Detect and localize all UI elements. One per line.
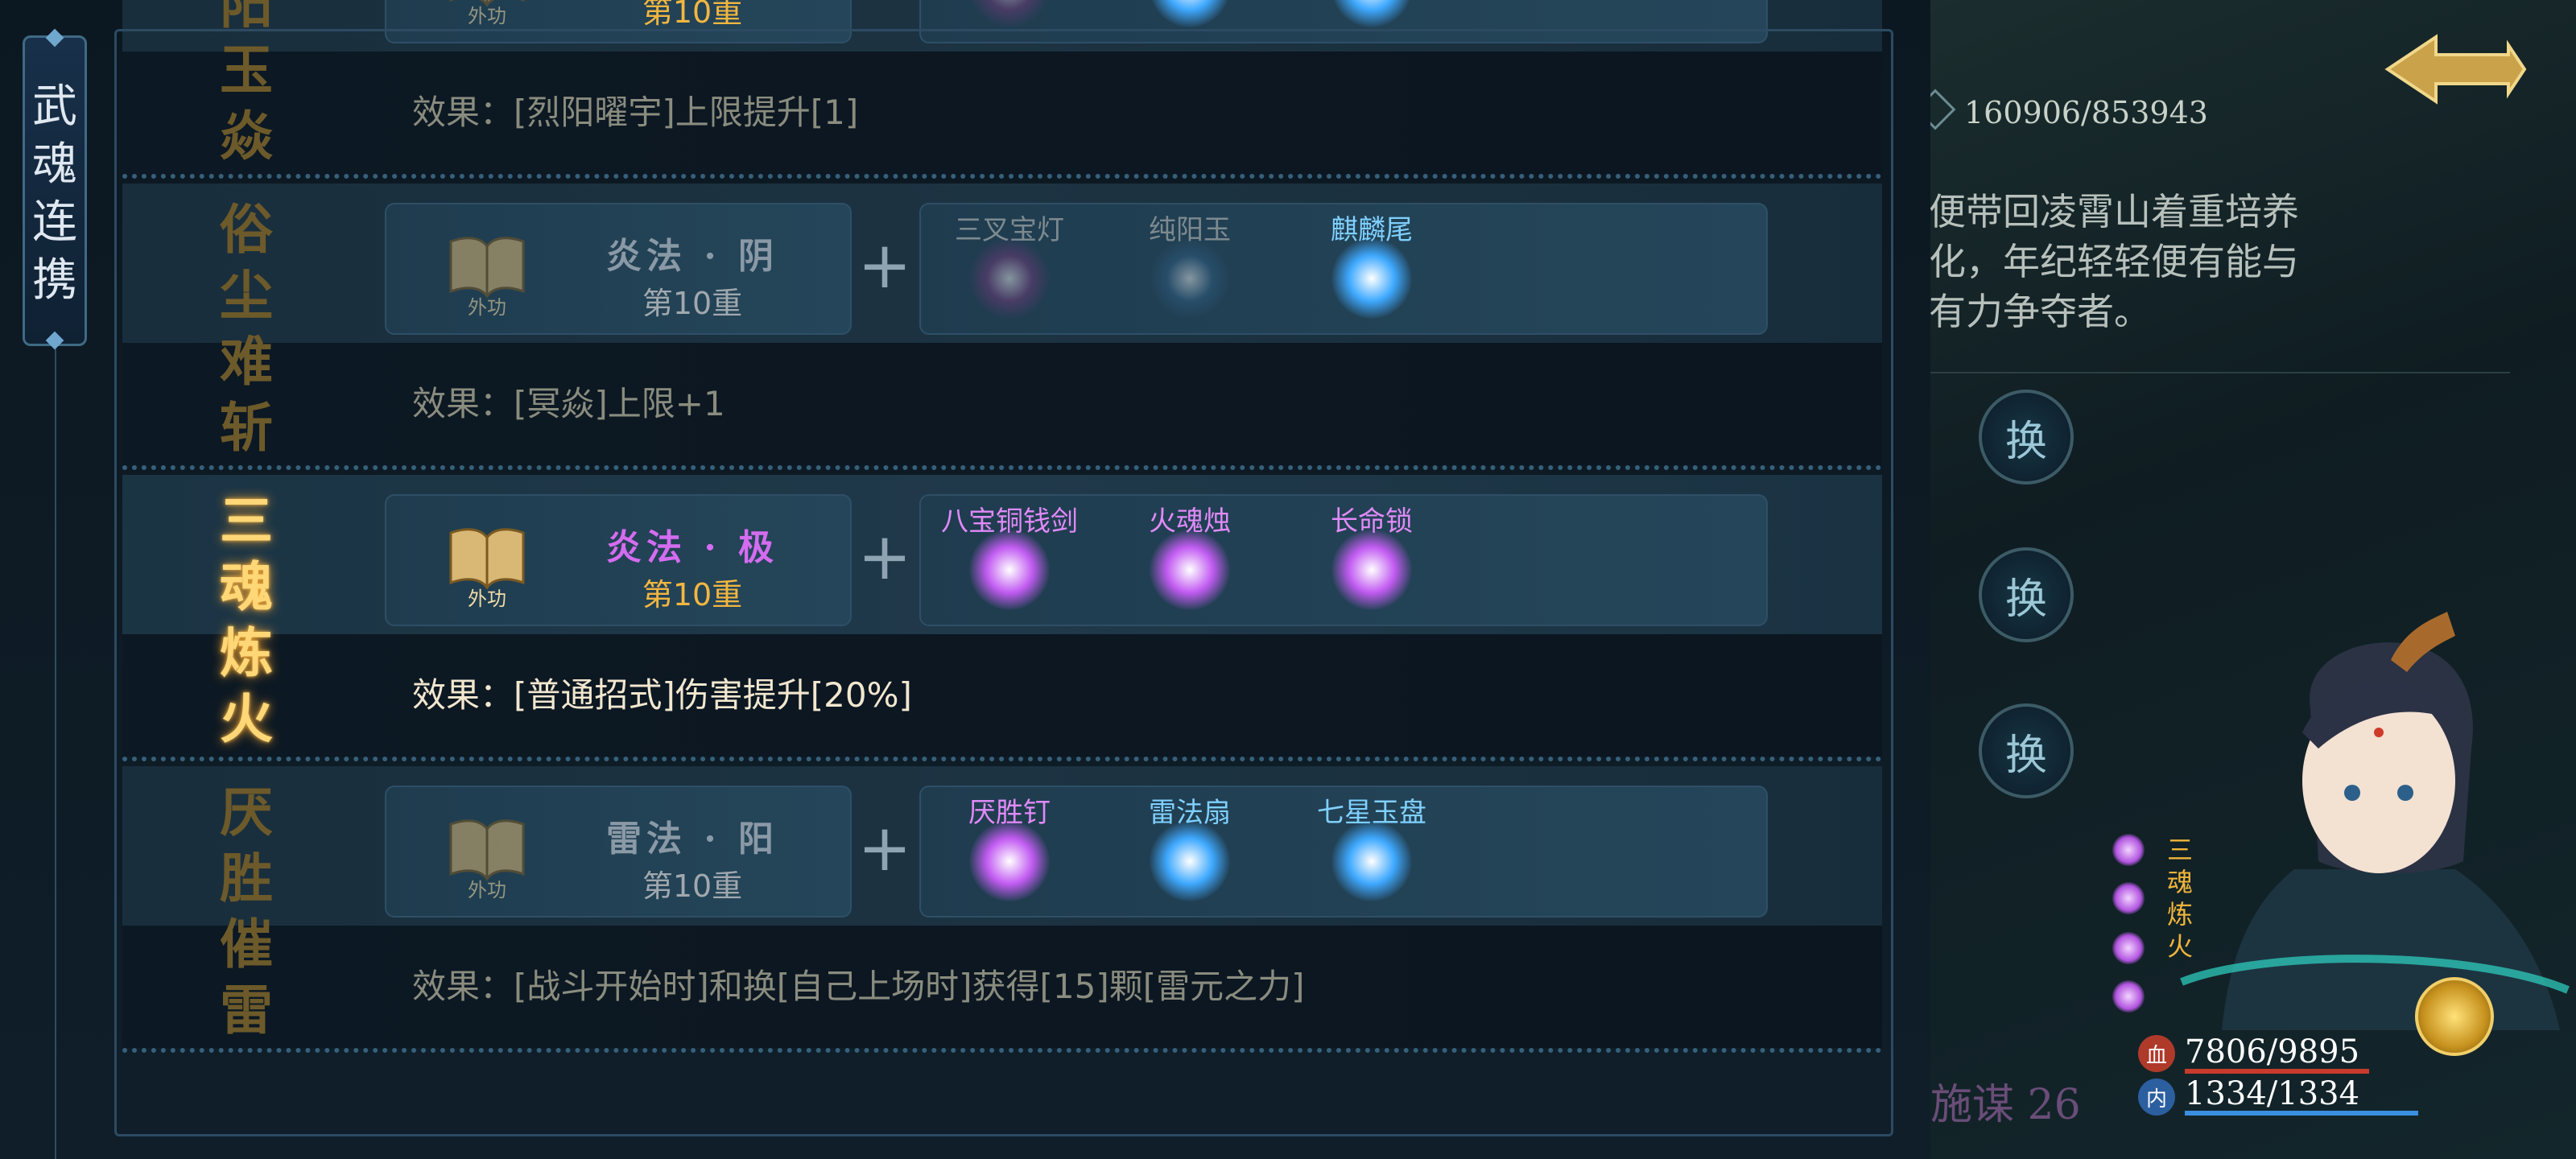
swap-button-2[interactable]: 换 [1979, 547, 2074, 642]
blue-taiji-lotus-icon [1150, 0, 1230, 27]
diamond-ornament-icon [45, 331, 64, 350]
hp-bar [2185, 1069, 2369, 1074]
swap-button-1[interactable]: 换 [1979, 390, 2074, 485]
panel-title-char: 携 [32, 254, 77, 307]
hp-value: 7806/9895 [2185, 1033, 2360, 1070]
mini-soul-icon [2112, 932, 2145, 964]
back-arrow-icon[interactable] [2372, 21, 2533, 118]
panel-title-char: 连 [32, 196, 77, 249]
purple-swirl-icon [969, 0, 1050, 27]
swap-button-3[interactable]: 换 [1979, 703, 2074, 798]
skill-stat-label: 施谋 26 [1930, 1081, 2081, 1129]
panel-title-tab[interactable]: 武魂连携 [23, 28, 87, 350]
blue-flame-swirl-icon [1331, 0, 1412, 27]
panel-title-char: 魂 [32, 138, 77, 191]
character-bio: 便带回凌霄山着重培养 化，年纪轻轻便有能与 有力争夺者。 [1929, 190, 2299, 333]
mini-soul-icon [2112, 882, 2145, 914]
panel-title-char: 武 [32, 80, 77, 133]
book-icon: 外功 [449, 0, 525, 26]
exp-value: 160906/853943 [1964, 95, 2208, 130]
panel-title: 武魂连携 [25, 78, 85, 310]
mp-value: 1334/1334 [2185, 1075, 2360, 1112]
svg-text:外功: 外功 [468, 5, 506, 26]
soul-link-panel: 武魂连携 纯阳玉焱 外功 炎法 · 阳第10重+效果：[烈阳曜宇]上限提升[1]… [0, 0, 1930, 1159]
list-frame [114, 29, 1893, 1136]
mini-soul-icon [2112, 980, 2145, 1013]
mini-soul-icon [2112, 834, 2145, 866]
skill-book-level: 第10重 [642, 0, 743, 30]
active-soul-tag: 三魂炼火 [2166, 835, 2193, 962]
character-portrait[interactable] [2165, 612, 2576, 1046]
gold-ultimate-icon[interactable] [2415, 977, 2494, 1056]
divider [1930, 372, 2510, 373]
mp-icon: 内 [2138, 1079, 2175, 1116]
hp-icon: 血 [2138, 1035, 2175, 1072]
diamond-ornament-icon [45, 28, 64, 47]
plus-icon: + [857, 0, 913, 6]
mp-bar [2185, 1111, 2418, 1116]
